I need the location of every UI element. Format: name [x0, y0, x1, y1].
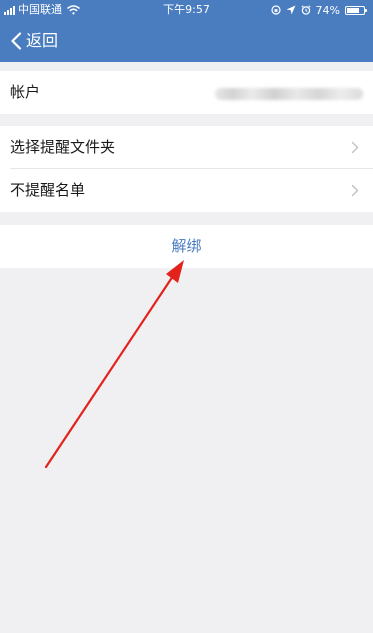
account-value-redacted [215, 88, 363, 100]
settings-item-reminder-folder[interactable]: 选择提醒文件夹 [0, 126, 373, 169]
status-right: 74% [270, 3, 367, 17]
account-row[interactable]: 帐户 [0, 71, 373, 114]
back-button[interactable]: 返回 [10, 28, 58, 54]
back-label: 返回 [26, 31, 59, 50]
battery-percent: 74% [315, 3, 340, 17]
settings-item-no-reminder-list[interactable]: 不提醒名单 [0, 169, 373, 212]
status-bar: 中国联通 下午9:57 74% [0, 0, 373, 20]
unbind-button[interactable]: 解绑 [0, 225, 373, 268]
account-group: 帐户 [0, 71, 373, 114]
location-icon [286, 5, 296, 15]
rotation-lock-icon [270, 5, 281, 15]
alarm-icon [300, 5, 311, 15]
chevron-right-icon [351, 184, 359, 197]
account-label: 帐户 [10, 83, 41, 101]
battery-icon [345, 5, 367, 15]
back-chevron-icon [11, 32, 22, 50]
chevron-right-icon [351, 141, 359, 154]
header-bar: 中国联通 下午9:57 74% 返回 [0, 0, 373, 62]
settings-item-label: 选择提醒文件夹 [10, 138, 116, 156]
battery-level [347, 7, 359, 13]
settings-item-label: 不提醒名单 [10, 181, 86, 199]
settings-group: 选择提醒文件夹 不提醒名单 [0, 126, 373, 212]
